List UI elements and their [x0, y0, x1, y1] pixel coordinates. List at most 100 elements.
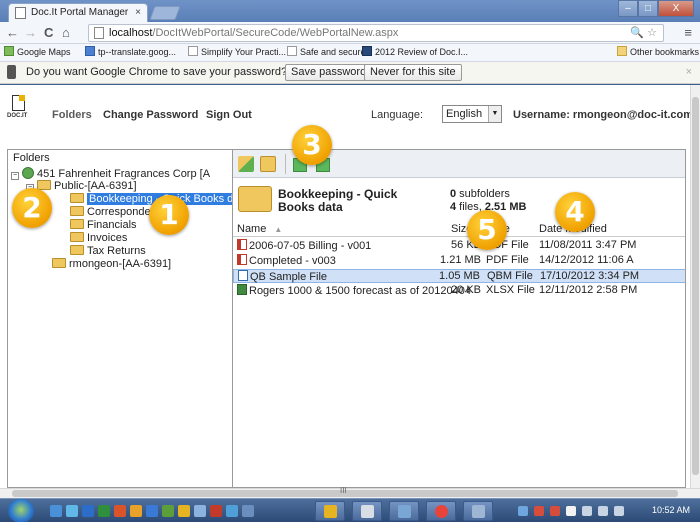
maximize-button[interactable]: □	[638, 0, 658, 17]
never-for-this-site-button[interactable]: Never for this site	[364, 64, 462, 81]
language-select[interactable]: English ▼	[442, 105, 502, 123]
tree-node-client[interactable]: −451 Fahrenheit Fragrances Corp [A	[11, 167, 210, 181]
folder-icon	[70, 245, 84, 255]
tree-node-tax-returns[interactable]: Tax Returns	[70, 245, 146, 258]
scroll-thumb[interactable]	[692, 97, 699, 475]
new-tab-button[interactable]	[149, 6, 181, 20]
folder-open-icon	[70, 193, 84, 203]
quicklaunch-icon[interactable]	[50, 505, 62, 517]
new-folder-icon[interactable]	[260, 156, 276, 172]
bookmark-simplify[interactable]: Simplify Your Practi...	[188, 44, 286, 61]
other-bookmarks[interactable]: Other bookmarks	[617, 44, 699, 61]
file-row[interactable]: 2006-07-05 Billing - v001 56 KB PDF File…	[233, 239, 685, 253]
bookmark-google-maps[interactable]: Google Maps	[4, 44, 71, 61]
bookmark-safe-secure[interactable]: Safe and secure?	[287, 44, 371, 61]
quicklaunch-icon[interactable]	[66, 505, 78, 517]
outlook-icon[interactable]	[130, 505, 142, 517]
address-bar[interactable]: localhost/DocItWebPortal/SecureCode/WebP…	[88, 24, 664, 42]
file-row-selected[interactable]: QB Sample File 1.05 MB QBM File 17/10/20…	[233, 269, 685, 283]
tree-node-invoices[interactable]: Invoices	[70, 232, 127, 245]
back-button[interactable]: ←	[6, 25, 19, 40]
browser-titlebar: Doc.It Portal Manager × – □ X	[0, 0, 700, 22]
powerpoint-icon[interactable]	[114, 505, 126, 517]
taskbar-app[interactable]	[389, 501, 419, 521]
bookmark-translate[interactable]: tp--translate.goog...	[85, 44, 176, 61]
translate-icon	[85, 46, 95, 56]
docit-logo[interactable]: DOC.IT	[7, 95, 29, 123]
callout-5: 5	[467, 210, 507, 250]
dropdown-arrow-icon: ▼	[488, 106, 501, 122]
folder-icon[interactable]	[178, 505, 190, 517]
explorer-icon	[324, 505, 337, 518]
client-icon	[22, 167, 34, 179]
system-tray: 10:52 AM	[500, 499, 700, 522]
tray-icon[interactable]	[550, 506, 560, 516]
chrome-icon	[435, 505, 448, 518]
forward-button[interactable]: →	[24, 25, 37, 40]
taskbar-chrome[interactable]	[426, 501, 456, 521]
logo-text: DOC.IT	[7, 113, 28, 119]
callout-2: 2	[12, 188, 52, 228]
folder-icon	[70, 232, 84, 242]
minimize-button[interactable]: –	[618, 0, 638, 17]
home-button[interactable]: ⌂	[62, 25, 70, 40]
tree-node-financials[interactable]: Financials	[70, 219, 137, 232]
collapse-icon[interactable]: −	[11, 172, 19, 180]
file-row[interactable]: Rogers 1000 & 1500 forecast as of 201204…	[233, 284, 685, 298]
taskbar-clock[interactable]: 10:52 AM	[652, 505, 690, 515]
quicklaunch-icon[interactable]	[210, 505, 222, 517]
page-vertical-scrollbar[interactable]	[690, 85, 700, 488]
word-icon[interactable]	[82, 505, 94, 517]
callout-3: 3	[292, 125, 332, 165]
username-label: Username: rmongeon@doc-it.com	[513, 109, 694, 121]
folder-icon	[70, 219, 84, 229]
tray-icon[interactable]	[582, 506, 592, 516]
nav-folders[interactable]: Folders	[52, 109, 92, 121]
start-button[interactable]	[8, 499, 34, 522]
pdf-file-icon	[237, 254, 247, 265]
nav-change-password[interactable]: Change Password	[103, 109, 198, 121]
page-icon	[188, 46, 198, 56]
volume-icon[interactable]	[614, 506, 624, 516]
app-icon	[361, 505, 374, 518]
quicklaunch-icon[interactable]	[162, 505, 174, 517]
flag-icon[interactable]	[566, 506, 576, 516]
bookmark-review[interactable]: 2012 Review of Doc.I...	[362, 44, 468, 61]
current-folder-icon	[238, 186, 272, 212]
save-password-button[interactable]: Save password	[285, 64, 373, 81]
taskbar-app[interactable]	[463, 501, 493, 521]
column-name[interactable]: Name ▲	[237, 223, 282, 236]
web-page: DOC.IT Folders Change Password Sign Out …	[0, 85, 694, 488]
tab-close-button[interactable]: ×	[135, 4, 141, 21]
xlsx-file-icon	[237, 284, 247, 295]
folder-up-icon[interactable]	[238, 156, 254, 172]
taskbar-explorer[interactable]	[315, 501, 345, 521]
chrome-menu-icon[interactable]: ≡	[684, 25, 692, 40]
quicklaunch-icon[interactable]	[242, 505, 254, 517]
folder-icon	[52, 258, 66, 268]
tree-node-rmongeon[interactable]: rmongeon-[AA-6391]	[52, 258, 171, 271]
browser-toolbar: ← → C ⌂ localhost/DocItWebPortal/SecureC…	[0, 22, 700, 44]
page-horizontal-scrollbar[interactable]: III	[0, 486, 700, 498]
tray-icon[interactable]	[534, 506, 544, 516]
url-path: /DocItWebPortal/SecureCode/WebPortalNew.…	[152, 27, 399, 39]
quicklaunch-icon[interactable]	[226, 505, 238, 517]
zoom-and-star-icon[interactable]: 🔍 ☆	[630, 25, 657, 41]
excel-icon[interactable]	[98, 505, 110, 517]
quicklaunch-icon[interactable]	[194, 505, 206, 517]
infobar-close-button[interactable]: ×	[686, 62, 692, 83]
page-favicon-icon	[15, 7, 26, 19]
nav-sign-out[interactable]: Sign Out	[206, 109, 252, 121]
reload-button[interactable]: C	[44, 25, 53, 40]
file-row[interactable]: Completed - v003 1.21 MB PDF File 14/12/…	[233, 254, 685, 268]
taskbar-app[interactable]	[352, 501, 382, 521]
tray-arrow-icon[interactable]	[518, 506, 528, 516]
sort-ascending-icon: ▲	[274, 225, 283, 234]
network-icon[interactable]	[598, 506, 608, 516]
page-icon	[94, 27, 104, 39]
window-close-button[interactable]: X	[658, 0, 694, 17]
file-grid-header: Name▲ Size Type Date Modified	[233, 223, 685, 237]
browser-tab[interactable]: Doc.It Portal Manager ×	[8, 3, 148, 22]
folder-icon	[617, 46, 627, 56]
quicklaunch-icon[interactable]	[146, 505, 158, 517]
